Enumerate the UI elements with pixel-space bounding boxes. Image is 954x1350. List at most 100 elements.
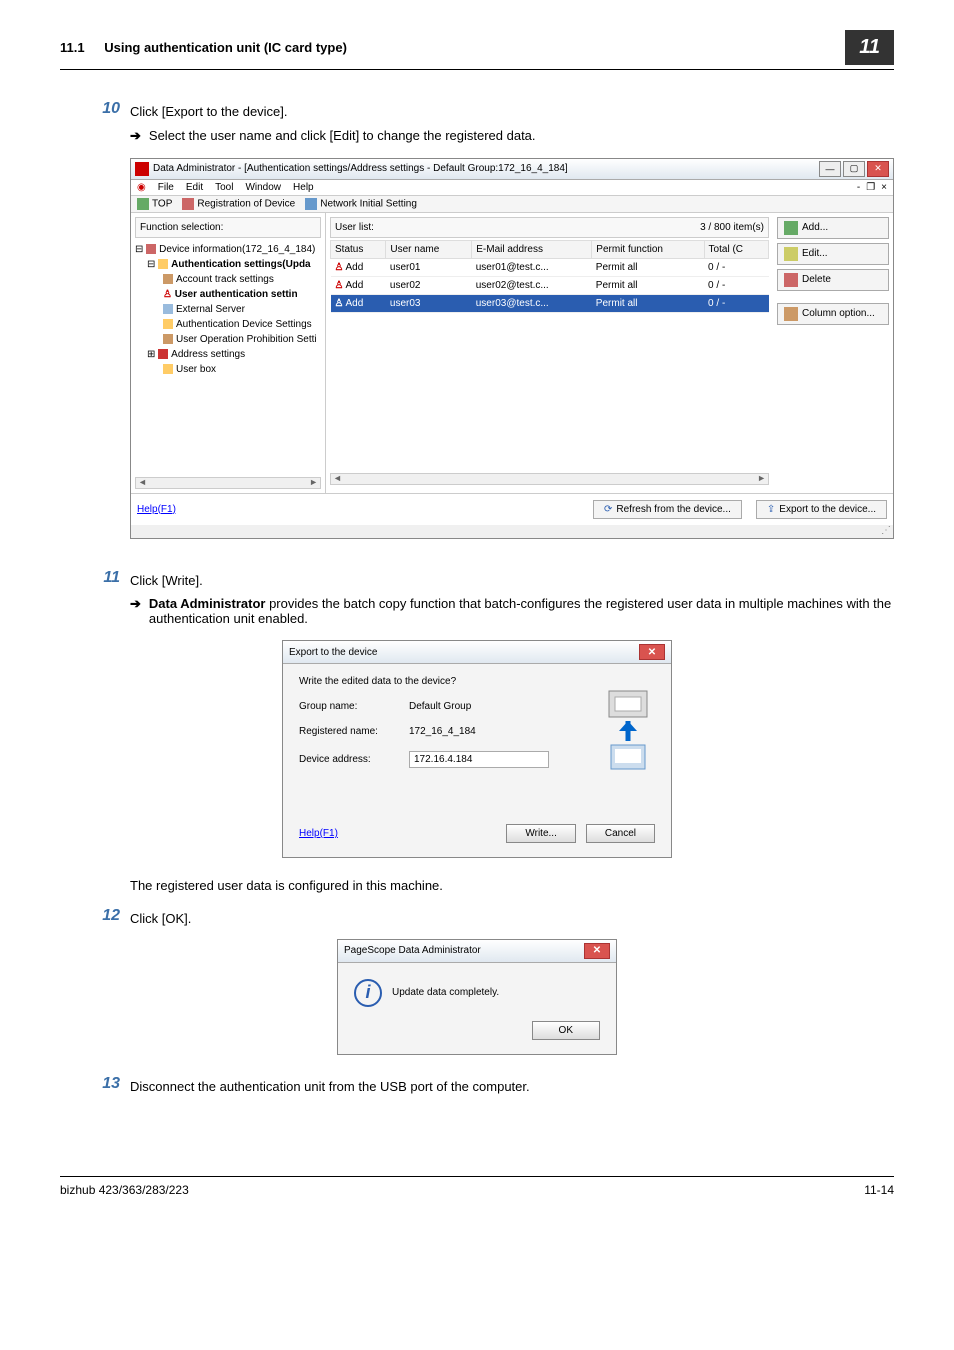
arrow-icon: ➔	[130, 596, 141, 626]
mdi-close-button[interactable]: ×	[881, 182, 887, 193]
item-count: 3 / 800 item(s)	[700, 222, 764, 233]
col-status[interactable]: Status	[331, 240, 386, 258]
gear-icon	[163, 319, 173, 329]
user-list-label: User list:	[335, 222, 374, 233]
mdi-restore-button[interactable]: ❐	[866, 182, 875, 193]
group-name-value: Default Group	[409, 701, 591, 712]
box-icon	[163, 364, 173, 374]
function-selection-label: Function selection:	[135, 217, 321, 238]
list-horizontal-scrollbar[interactable]	[330, 473, 769, 485]
person-icon: ♙	[335, 280, 344, 291]
top-button[interactable]: TOP	[137, 198, 172, 210]
group-name-label: Group name:	[299, 701, 409, 712]
step-number-12: 12	[60, 907, 130, 929]
close-icon[interactable]: ✕	[584, 943, 610, 959]
col-username[interactable]: User name	[386, 240, 472, 258]
network-setting-button[interactable]: Network Initial Setting	[305, 198, 417, 210]
edit-button[interactable]: Edit...	[777, 243, 889, 265]
menu-edit[interactable]: Edit	[186, 182, 203, 193]
help-link[interactable]: Help(F1)	[299, 828, 338, 839]
table-row[interactable]: ♙Add user01user01@test.c...Permit all0 /…	[331, 258, 769, 276]
add-icon	[784, 221, 798, 235]
ok-button[interactable]: OK	[532, 1021, 600, 1040]
menu-window[interactable]: Window	[245, 182, 281, 193]
server-icon	[163, 304, 173, 314]
column-icon	[784, 307, 798, 321]
app-icon	[135, 162, 149, 176]
menu-tool[interactable]: Tool	[215, 182, 233, 193]
app-small-icon: ◉	[137, 182, 146, 193]
step-10-subtext: Select the user name and click [Edit] to…	[149, 128, 894, 144]
chapter-badge: 11	[845, 30, 894, 65]
table-row[interactable]: ♙Add user02user02@test.c...Permit all0 /…	[331, 276, 769, 294]
info-icon: i	[354, 979, 382, 1007]
mdi-minimize-button[interactable]: -	[857, 182, 860, 193]
footer-left: bizhub 423/363/283/223	[60, 1183, 189, 1197]
page-footer: bizhub 423/363/283/223 11-14	[60, 1176, 894, 1197]
device-address-input[interactable]: 172.16.4.184	[409, 751, 549, 768]
cancel-button[interactable]: Cancel	[586, 824, 655, 843]
step-11-subtext: Data Administrator provides the batch co…	[149, 596, 894, 626]
dialog-title: Export to the device	[289, 647, 377, 658]
section-number: 11.1	[60, 40, 85, 55]
menu-file[interactable]: File	[158, 182, 174, 193]
resize-grip[interactable]: ⋰	[131, 525, 893, 538]
delete-icon	[784, 273, 798, 287]
device-address-label: Device address:	[299, 754, 409, 765]
person-icon: ♙	[335, 298, 344, 309]
device-icon	[146, 244, 156, 254]
menu-help[interactable]: Help	[293, 182, 314, 193]
registered-name-label: Registered name:	[299, 726, 409, 737]
person-icon: ♙	[335, 262, 344, 273]
section-title: Using authentication unit (IC card type)	[104, 40, 347, 55]
device-illustration	[601, 687, 655, 777]
close-icon[interactable]: ✕	[639, 644, 665, 660]
export-dialog: Export to the device ✕ Write the edited …	[282, 640, 672, 858]
info-dialog: PageScope Data Administrator ✕ i Update …	[337, 939, 617, 1055]
footer-right: 11-14	[864, 1183, 894, 1197]
registered-name-value: 172_16_4_184	[409, 726, 591, 737]
info-message: Update data completely.	[392, 987, 499, 998]
dialog-title: PageScope Data Administrator	[344, 945, 481, 956]
menu-bar: ◉ File Edit Tool Window Help - ❐ ×	[131, 180, 893, 196]
export-button[interactable]: ⇪Export to the device...	[756, 500, 887, 519]
user-list-table[interactable]: Status User name E-Mail address Permit f…	[330, 240, 769, 313]
step-text-11: Click [Write].	[130, 569, 894, 591]
address-icon	[158, 349, 168, 359]
folder-icon	[158, 259, 168, 269]
col-total[interactable]: Total (C	[704, 240, 768, 258]
delete-button[interactable]: Delete	[777, 269, 889, 291]
registration-button[interactable]: Registration of Device	[182, 198, 295, 210]
account-icon	[163, 274, 173, 284]
page-header: 11.1 Using authentication unit (IC card …	[60, 30, 894, 70]
edit-icon	[784, 247, 798, 261]
dialog-prompt: Write the edited data to the device?	[299, 676, 655, 687]
refresh-button[interactable]: ⟳Refresh from the device...	[593, 500, 742, 519]
table-row-selected[interactable]: ♙Add user03user03@test.c...Permit all0 /…	[331, 294, 769, 312]
step-number-11: 11	[60, 569, 130, 591]
close-button[interactable]: ✕	[867, 161, 889, 177]
col-email[interactable]: E-Mail address	[472, 240, 592, 258]
step-11-post-text: The registered user data is configured i…	[130, 878, 894, 893]
maximize-button[interactable]: ▢	[843, 161, 865, 177]
data-administrator-window: Data Administrator - [Authentication set…	[130, 158, 894, 539]
arrow-icon: ➔	[130, 128, 141, 144]
function-tree[interactable]: ⊟ Device information(172_16_4_184) ⊟ Aut…	[135, 242, 321, 377]
column-option-button[interactable]: Column option...	[777, 303, 889, 325]
person-icon: ♙	[163, 289, 172, 300]
refresh-icon: ⟳	[604, 504, 612, 515]
step-text-12: Click [OK].	[130, 907, 894, 929]
window-title: Data Administrator - [Authentication set…	[153, 163, 568, 174]
col-permit[interactable]: Permit function	[592, 240, 704, 258]
step-text-13: Disconnect the authentication unit from …	[130, 1075, 894, 1097]
step-text-10: Click [Export to the device].	[130, 100, 894, 122]
minimize-button[interactable]: —	[819, 161, 841, 177]
step-number-13: 13	[60, 1075, 130, 1097]
add-button[interactable]: Add...	[777, 217, 889, 239]
write-button[interactable]: Write...	[506, 824, 575, 843]
export-icon: ⇪	[767, 504, 775, 515]
horizontal-scrollbar[interactable]	[135, 477, 321, 489]
prohibition-icon	[163, 334, 173, 344]
step-number-10: 10	[60, 100, 130, 122]
help-link[interactable]: Help(F1)	[137, 504, 176, 515]
